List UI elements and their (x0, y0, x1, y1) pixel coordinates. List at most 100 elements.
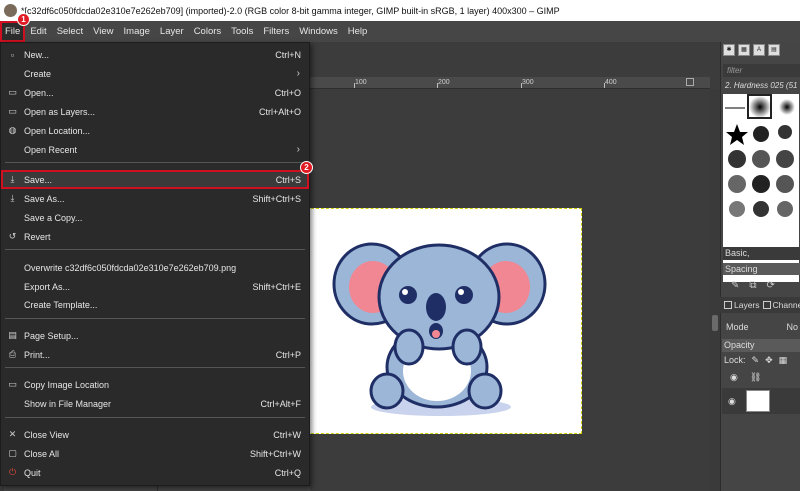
ruler-tick-label: 200 (438, 79, 450, 86)
brush-edit-icon[interactable]: ✎ (731, 280, 739, 291)
brush-duplicate-icon[interactable]: ⧉ (749, 280, 756, 291)
menu-item-save-copy[interactable]: Save a Copy... (1, 208, 309, 227)
menu-item-show-file-manager[interactable]: Show in File Manager Ctrl+Alt+F (1, 394, 309, 413)
menu-item-label: Create (24, 68, 52, 79)
eye-icon[interactable]: ◉ (728, 396, 736, 407)
brush-preset-field[interactable]: Basic, (723, 247, 800, 260)
revert-icon: ↺ (8, 231, 17, 241)
layers-tab-icon (724, 301, 732, 309)
gimp-window: *[c32df6c050fdcda02e310e7e262eb709] (imp… (0, 0, 800, 491)
ruler-tick (604, 83, 605, 88)
layer-row[interactable]: ◉ (722, 388, 800, 414)
menu-item-open-location[interactable]: ◍ Open Location... (1, 121, 309, 140)
layer-thumbnail (745, 390, 770, 412)
right-dock: ✱ ▦ A ▤ filter 2. Hardness 025 (51 Basic… (720, 42, 800, 491)
spacing-slider[interactable]: Spacing (723, 263, 800, 275)
tab-channels[interactable]: Channe (762, 300, 800, 310)
menu-edit[interactable]: Edit (25, 21, 51, 42)
menu-item-shortcut: Shift+Ctrl+E (252, 281, 301, 292)
ruler-tick-label: 100 (355, 79, 367, 86)
menu-item-close-view[interactable]: ✕ Close View Ctrl+W (1, 425, 309, 444)
layer-mode-row[interactable]: Mode No (722, 316, 800, 338)
visibility-header-icon: ◉ (730, 372, 738, 382)
lock-row: Lock: ✎ ✥ ▦ (722, 353, 800, 367)
menu-item-export-as[interactable]: Export As... Shift+Ctrl+E (1, 277, 309, 296)
menu-item-page-setup[interactable]: ▤ Page Setup... (1, 326, 309, 345)
menu-item-revert[interactable]: ↺ Revert (1, 227, 309, 246)
chevron-right-icon: › (296, 68, 300, 79)
brush-tab-bar: ✱ ▦ A ▤ (723, 44, 800, 60)
lock-alpha-icon[interactable]: ▦ (779, 353, 788, 367)
step-badge-1: 1 (17, 13, 30, 26)
menu-item-create-template[interactable]: Create Template... (1, 295, 309, 314)
menu-tools[interactable]: Tools (226, 21, 258, 42)
horizontal-ruler[interactable]: 100 200 300 400 (310, 77, 710, 89)
menu-item-copy-location[interactable]: ▭ Copy Image Location (1, 375, 309, 394)
menu-layer[interactable]: Layer (155, 21, 189, 42)
menu-item-label: Create Template... (24, 299, 98, 310)
channels-tab-icon (762, 301, 771, 309)
patterns-tab-icon[interactable]: ▦ (738, 44, 750, 56)
vertical-scrollbar[interactable] (710, 89, 720, 491)
brush-refresh-icon[interactable]: ⟳ (767, 280, 775, 291)
image-canvas[interactable] (306, 208, 582, 434)
close-all-icon: ▢ (8, 448, 17, 458)
menu-item-label: Save... (24, 174, 53, 185)
history-tab-icon[interactable]: ▤ (768, 44, 780, 56)
ruler-tick-label: 400 (605, 79, 617, 86)
menu-item-close-all[interactable]: ▢ Close All Shift+Ctrl+W (1, 444, 309, 463)
fonts-tab-icon[interactable]: A (753, 44, 765, 56)
menu-separator (5, 249, 305, 250)
layer-list-header: ◉ ⛓ (722, 372, 800, 386)
menu-item-shortcut: Ctrl+Alt+O (258, 106, 301, 117)
brush-filter-input[interactable]: filter (723, 64, 800, 77)
scrollbar-thumb[interactable] (712, 315, 718, 331)
lock-pixels-icon[interactable]: ✎ (752, 353, 760, 367)
menu-item-save-as[interactable]: ⤓ Save As... Shift+Ctrl+S (1, 189, 309, 208)
window-title: *[c32df6c050fdcda02e310e7e262eb709] (imp… (21, 5, 560, 16)
menu-item-overwrite[interactable]: Overwrite c32df6c050fdcda02e310e7e262eb7… (1, 258, 309, 277)
menu-item-print[interactable]: ⎙ Print... Ctrl+P (1, 345, 309, 364)
menu-item-save[interactable]: ⤓ Save... Ctrl+S (1, 170, 309, 189)
menu-bar: File Edit Select View Image Layer Colors… (0, 21, 800, 42)
menu-item-label: Close View (24, 429, 69, 440)
menu-help[interactable]: Help (343, 21, 373, 42)
menu-item-label: Revert (24, 231, 51, 242)
menu-select[interactable]: Select (52, 21, 88, 42)
menu-item-shortcut: Ctrl+N (275, 49, 301, 60)
menu-windows[interactable]: Windows (294, 21, 343, 42)
print-icon: ⎙ (8, 349, 17, 359)
ruler-tick (437, 83, 438, 88)
menu-item-label: Save As... (24, 193, 65, 204)
ruler-tick-label: 300 (522, 79, 534, 86)
zoom-fit-icon[interactable] (686, 78, 694, 86)
menu-item-shortcut: Ctrl+O (274, 87, 301, 98)
layers-tab-bar: Layers Channe (720, 297, 800, 313)
tab-layers[interactable]: Layers (724, 300, 760, 310)
menu-view[interactable]: View (88, 21, 118, 42)
menu-item-label: Quit (24, 467, 41, 478)
menu-item-new[interactable]: ▫ New... Ctrl+N (1, 45, 309, 64)
menu-item-quit[interactable]: ⏻ Quit Ctrl+Q (1, 463, 309, 482)
menu-item-open[interactable]: ▭ Open... Ctrl+O (1, 83, 309, 102)
current-brush-name: 2. Hardness 025 (51 (725, 81, 798, 90)
selected-brush[interactable] (747, 94, 772, 119)
menu-item-shortcut: Ctrl+W (273, 429, 301, 440)
menu-item-label: Copy Image Location (24, 379, 110, 390)
menu-filters[interactable]: Filters (258, 21, 294, 42)
quit-icon: ⏻ (8, 467, 17, 477)
ruler-tick (354, 83, 355, 88)
menu-item-label: Close All (24, 448, 60, 459)
brushes-tab-icon[interactable]: ✱ (723, 44, 735, 56)
menu-item-label: Overwrite c32df6c050fdcda02e310e7e262eb7… (24, 262, 237, 273)
menu-item-open-as-layers[interactable]: ▭ Open as Layers... Ctrl+Alt+O (1, 102, 309, 121)
menu-item-create[interactable]: Create › (1, 64, 309, 83)
menu-item-shortcut: Shift+Ctrl+W (249, 448, 301, 459)
lock-position-icon[interactable]: ✥ (765, 353, 773, 367)
menu-image[interactable]: Image (119, 21, 155, 42)
opacity-slider[interactable]: Opacity (722, 339, 800, 352)
menu-colors[interactable]: Colors (189, 21, 226, 42)
menu-separator (5, 162, 305, 163)
menu-item-open-recent[interactable]: Open Recent › (1, 140, 309, 159)
save-icon: ⤓ (10, 174, 15, 184)
